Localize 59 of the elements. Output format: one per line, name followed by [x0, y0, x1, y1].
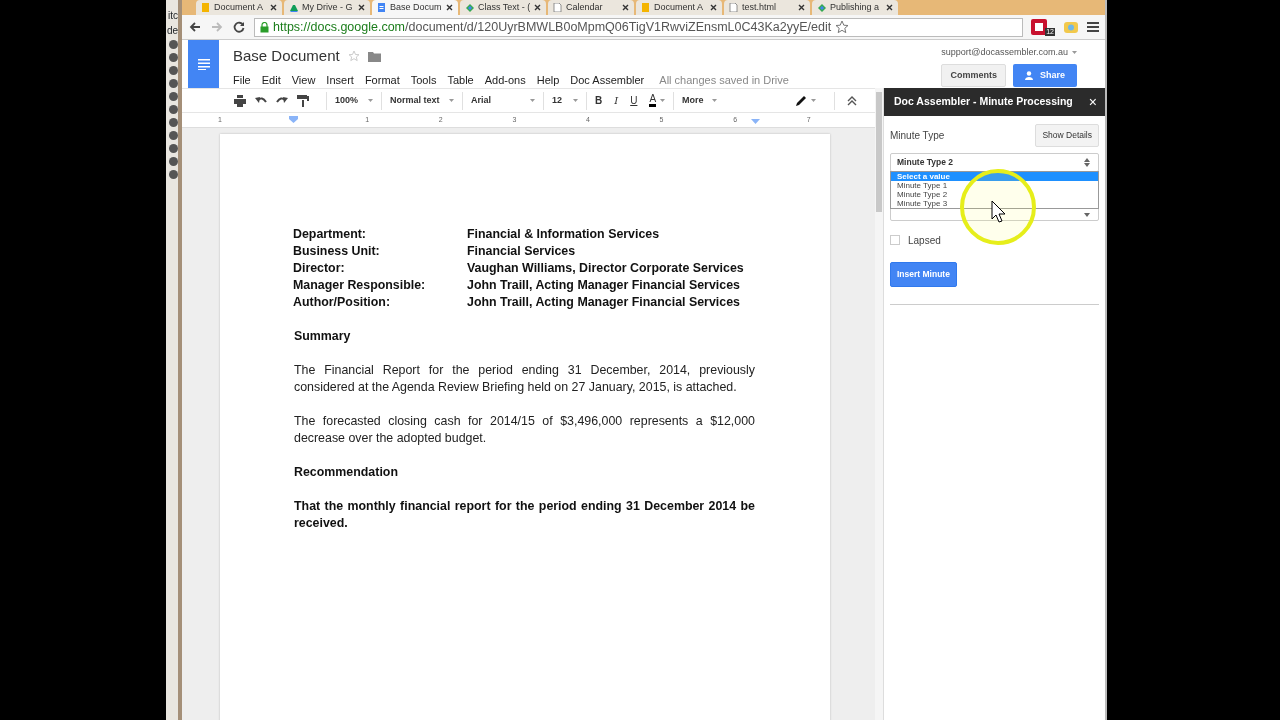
- field-label: Manager Responsible:: [293, 277, 427, 294]
- menu-item[interactable]: Add-ons: [484, 71, 526, 88]
- more-button[interactable]: More: [682, 93, 717, 108]
- account-menu[interactable]: support@docassembler.com.au: [941, 46, 1077, 60]
- field-label: Minute Type: [890, 128, 945, 143]
- field-label: Author/Position:: [293, 294, 392, 311]
- field-label: Department:: [293, 226, 367, 243]
- document-title[interactable]: Base Document: [233, 45, 340, 68]
- window-text: itc: [168, 9, 178, 23]
- field-value: Financial Services: [467, 243, 576, 260]
- menu-item[interactable]: Doc Assembler: [570, 71, 645, 88]
- browser-tab[interactable]: Class Text - (: [460, 0, 546, 15]
- menu-item[interactable]: Table: [447, 71, 474, 88]
- section-heading: Recommendation: [294, 464, 399, 481]
- menu-item[interactable]: Tools: [410, 71, 437, 88]
- text-color-button[interactable]: A: [649, 94, 657, 107]
- field-label: Business Unit:: [293, 243, 381, 260]
- section-heading: Summary: [294, 328, 352, 345]
- insert-minute-button[interactable]: Insert Minute: [890, 261, 957, 287]
- bold-button[interactable]: B: [595, 93, 603, 108]
- checkbox-label: Lapsed: [908, 233, 941, 248]
- browser-tab[interactable]: test.html: [724, 0, 810, 15]
- dropdown-option[interactable]: Minute Type 3: [891, 199, 1098, 208]
- comments-button[interactable]: Comments: [941, 63, 1006, 87]
- font-dropdown[interactable]: Arial: [471, 93, 535, 108]
- window-text: de: [166, 24, 178, 38]
- share-button[interactable]: Share: [1013, 63, 1077, 87]
- dropdown-option[interactable]: Minute Type 1: [891, 181, 1098, 190]
- menu-item[interactable]: Help: [536, 71, 560, 88]
- italic-button[interactable]: I: [614, 93, 619, 108]
- browser-tab[interactable]: Publishing a: [812, 0, 898, 15]
- zoom-dropdown[interactable]: 100%: [335, 93, 373, 108]
- menu-item[interactable]: Format: [364, 71, 400, 88]
- recommendation-text: That the monthly financial report for the period ending 31 December 2014 be received.: [294, 498, 755, 532]
- size-dropdown[interactable]: 12: [552, 93, 578, 108]
- underline-button[interactable]: U: [630, 93, 638, 108]
- style-dropdown[interactable]: Normal text: [390, 93, 454, 108]
- browser-tab[interactable]: Document A: [196, 0, 282, 15]
- field-value: Vaughan Williams, Director Corporate Services: [467, 260, 744, 277]
- menu-item[interactable]: Insert: [326, 71, 354, 88]
- paragraph: The Financial Report for the period ending 31 December, 2014, previously considered at the Agenda Review Briefing held on 27 January, 2015, is attached.: [294, 362, 755, 396]
- field-value: John Traill, Acting Manager Financial Services: [467, 277, 740, 294]
- field-value: John Traill, Acting Manager Financial Services: [467, 294, 740, 311]
- browser-tab[interactable]: My Drive - G: [284, 0, 370, 15]
- address-bar[interactable]: https://docs.google.com/document/d/120UyrBMWLB0oMpmQ06TigV1RwviZEnsmL0C43Ka2yyE/edit: [254, 17, 1024, 37]
- browser-tab[interactable]: Calendar: [548, 0, 634, 15]
- show-details-button[interactable]: Show Details: [1035, 124, 1099, 147]
- save-status: All changes saved in Drive: [659, 72, 789, 88]
- menu-item[interactable]: File: [233, 71, 251, 88]
- menu-item[interactable]: View: [291, 71, 316, 88]
- browser-tab[interactable]: Document A: [636, 0, 722, 15]
- panel-title: Doc Assembler - Minute Processing: [894, 94, 1073, 110]
- field-label: Director:: [293, 260, 346, 277]
- dropdown-option[interactable]: Minute Type 2: [891, 190, 1098, 199]
- field-value: Financial & Information Services: [467, 226, 660, 243]
- close-button[interactable]: ×: [1088, 91, 1097, 113]
- menu-item[interactable]: Edit: [261, 71, 281, 88]
- browser-tab[interactable]: Base Docum: [372, 0, 458, 15]
- paragraph: The forecasted closing cash for 2014/15 of $3,496,000 represents a $12,000 decrease over the adopted budget.: [294, 413, 755, 447]
